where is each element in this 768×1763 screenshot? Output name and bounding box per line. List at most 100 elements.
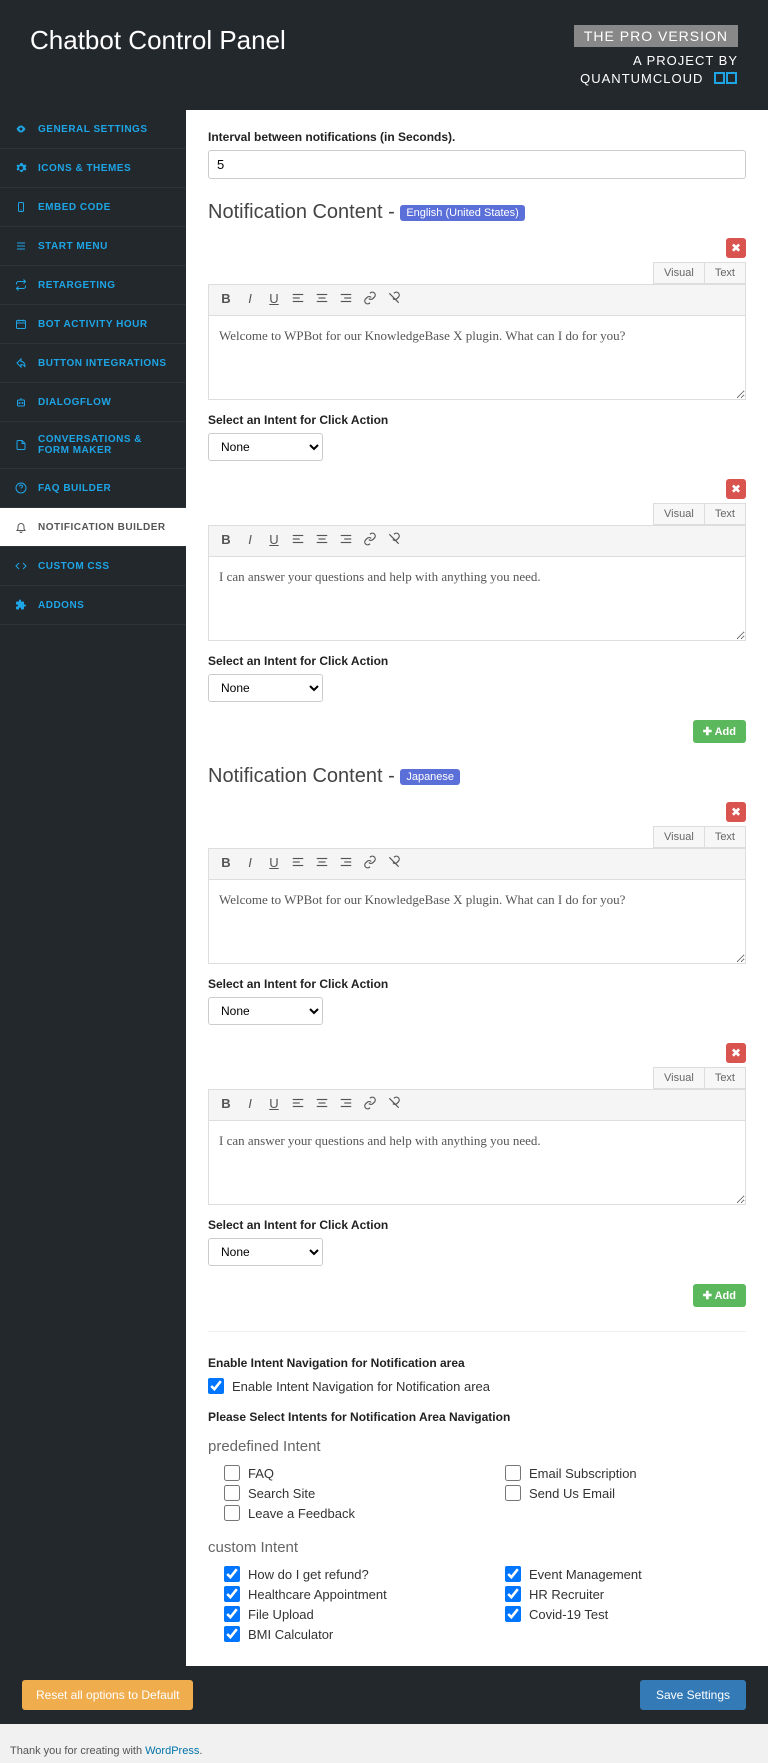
reset-button[interactable]: Reset all options to Default [22,1680,193,1710]
italic-icon[interactable]: I [241,532,259,550]
intent-checkbox[interactable] [505,1606,521,1622]
align-left-icon[interactable] [289,291,307,309]
underline-icon[interactable]: U [265,1096,283,1114]
align-right-icon[interactable] [337,532,355,550]
sidebar-item-retargeting[interactable]: RETARGETING [0,266,186,305]
tab-text[interactable]: Text [704,826,746,848]
intent-checkbox-label: How do I get refund? [248,1567,369,1582]
align-center-icon[interactable] [313,291,331,309]
italic-icon[interactable]: I [241,291,259,309]
intent-checkbox[interactable] [505,1465,521,1481]
intent-checkbox[interactable] [224,1465,240,1481]
enable-nav-checkbox[interactable] [208,1378,224,1394]
link-icon[interactable] [361,291,379,309]
unlink-icon[interactable] [385,855,403,873]
unlink-icon[interactable] [385,1096,403,1114]
editor-textarea[interactable] [208,879,746,964]
wordpress-link[interactable]: WordPress [145,1745,199,1757]
align-right-icon[interactable] [337,855,355,873]
save-button[interactable]: Save Settings [640,1680,746,1710]
robot-icon [14,395,28,409]
sidebar-item-button-integrations[interactable]: BUTTON INTEGRATIONS [0,344,186,383]
sidebar-item-start-menu[interactable]: START MENU [0,227,186,266]
intent-checkbox-label: Event Management [529,1567,642,1582]
intent-select[interactable]: None [208,997,323,1025]
sidebar-item-conversations-form-maker[interactable]: CONVERSATIONS & FORM MAKER [0,422,186,469]
intent-checkbox[interactable] [505,1586,521,1602]
underline-icon[interactable]: U [265,291,283,309]
intent-select[interactable]: None [208,1238,323,1266]
editor-textarea[interactable] [208,1120,746,1205]
align-center-icon[interactable] [313,532,331,550]
intent-checkbox-label: File Upload [248,1607,314,1622]
italic-icon[interactable]: I [241,1096,259,1114]
intent-checkbox[interactable] [224,1606,240,1622]
intent-label: Select an Intent for Click Action [208,1218,746,1232]
sidebar-item-label: NOTIFICATION BUILDER [38,522,166,533]
sidebar-item-bot-activity-hour[interactable]: BOT ACTIVITY HOUR [0,305,186,344]
project-line2: QUANTUMCLOUD [580,71,703,86]
editor-toolbar: BIU [208,525,746,556]
sidebar-item-faq-builder[interactable]: FAQ BUILDER [0,469,186,508]
align-right-icon[interactable] [337,291,355,309]
remove-button[interactable]: ✖ [726,802,746,822]
interval-input[interactable] [208,150,746,179]
align-left-icon[interactable] [289,532,307,550]
sidebar-item-label: START MENU [38,241,108,252]
align-center-icon[interactable] [313,1096,331,1114]
tab-text[interactable]: Text [704,503,746,525]
tab-visual[interactable]: Visual [653,503,705,525]
sidebar-item-label: BOT ACTIVITY HOUR [38,319,148,330]
tab-visual[interactable]: Visual [653,262,705,284]
intent-checkbox[interactable] [224,1566,240,1582]
link-icon[interactable] [361,532,379,550]
tab-text[interactable]: Text [704,1067,746,1089]
editor-textarea[interactable] [208,315,746,400]
add-button-jp[interactable]: ✚ Add [693,1284,746,1307]
intent-checkbox[interactable] [224,1586,240,1602]
bold-icon[interactable]: B [217,1096,235,1114]
align-left-icon[interactable] [289,855,307,873]
sidebar-item-label: CUSTOM CSS [38,561,110,572]
bold-icon[interactable]: B [217,855,235,873]
intent-checkbox[interactable] [224,1505,240,1521]
intent-checkbox[interactable] [505,1566,521,1582]
tab-visual[interactable]: Visual [653,826,705,848]
sidebar-item-icons-themes[interactable]: ICONS & THEMES [0,149,186,188]
intent-checkbox[interactable] [224,1626,240,1642]
align-left-icon[interactable] [289,1096,307,1114]
sidebar-item-general-settings[interactable]: GENERAL SETTINGS [0,110,186,149]
link-icon[interactable] [361,1096,379,1114]
remove-button[interactable]: ✖ [726,238,746,258]
add-button-en[interactable]: ✚ Add [693,720,746,743]
bold-icon[interactable]: B [217,291,235,309]
sidebar-item-addons[interactable]: ADDONS [0,586,186,625]
sidebar-item-embed-code[interactable]: EMBED CODE [0,188,186,227]
align-right-icon[interactable] [337,1096,355,1114]
unlink-icon[interactable] [385,532,403,550]
remove-button[interactable]: ✖ [726,1043,746,1063]
editor-textarea[interactable] [208,556,746,641]
intent-select[interactable]: None [208,433,323,461]
unlink-icon[interactable] [385,291,403,309]
lang-badge-jp: Japanese [400,769,460,785]
tab-visual[interactable]: Visual [653,1067,705,1089]
sidebar-item-custom-css[interactable]: CUSTOM CSS [0,547,186,586]
tab-text[interactable]: Text [704,262,746,284]
underline-icon[interactable]: U [265,532,283,550]
italic-icon[interactable]: I [241,855,259,873]
calendar-icon [14,317,28,331]
remove-button[interactable]: ✖ [726,479,746,499]
bold-icon[interactable]: B [217,532,235,550]
sidebar-item-dialogflow[interactable]: DIALOGFLOW [0,383,186,422]
intent-checkbox[interactable] [224,1485,240,1501]
intent-label: Select an Intent for Click Action [208,654,746,668]
link-icon[interactable] [361,855,379,873]
intent-checkbox-label: Email Subscription [529,1466,637,1481]
intent-select[interactable]: None [208,674,323,702]
eye-icon [14,122,28,136]
align-center-icon[interactable] [313,855,331,873]
sidebar-item-notification-builder[interactable]: NOTIFICATION BUILDER [0,508,186,547]
intent-checkbox[interactable] [505,1485,521,1501]
underline-icon[interactable]: U [265,855,283,873]
